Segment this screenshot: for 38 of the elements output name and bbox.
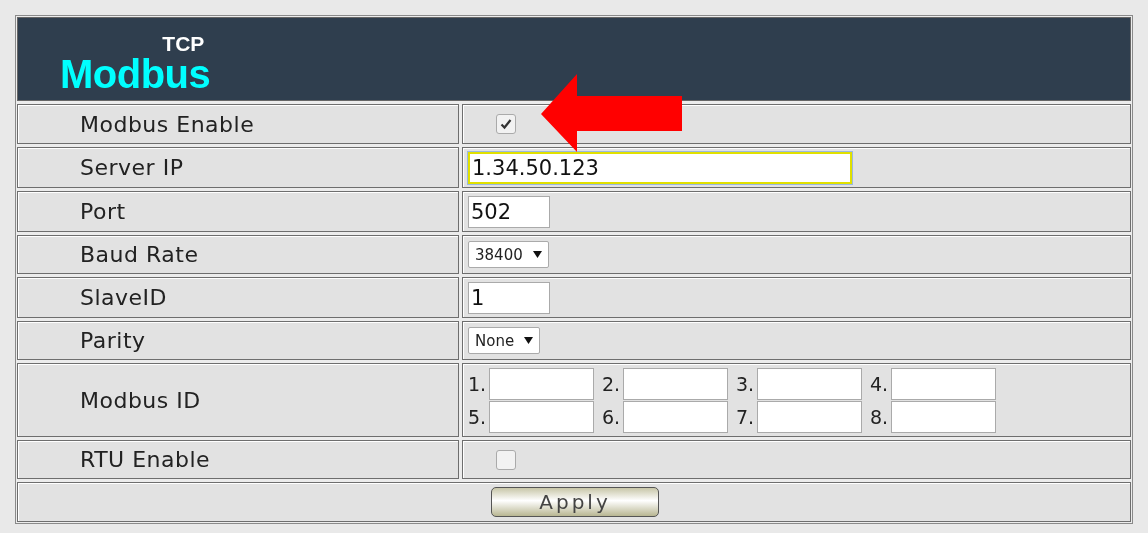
id-input[interactable]	[891, 367, 996, 400]
id-number: 2.	[602, 372, 622, 395]
id-number: 1.	[468, 372, 488, 395]
field-label: Port	[80, 199, 126, 224]
text-input[interactable]: 1	[468, 281, 550, 314]
text-input[interactable]: 1.34.50.123	[468, 151, 852, 184]
field-label: Server IP	[80, 155, 184, 180]
caret-icon	[524, 337, 534, 344]
id-input[interactable]	[623, 400, 728, 433]
id-input[interactable]	[489, 400, 594, 433]
id-number: 3.	[736, 372, 756, 395]
id-input[interactable]	[757, 367, 862, 400]
id-number: 4.	[870, 372, 890, 395]
id-number: 8.	[870, 405, 890, 428]
field-label: Modbus ID	[80, 387, 201, 413]
apply-button[interactable]: Apply	[491, 487, 659, 517]
id-number: 7.	[736, 405, 756, 428]
arrow-icon	[541, 74, 683, 152]
id-input[interactable]	[623, 367, 728, 400]
field-label: Parity	[80, 328, 146, 353]
check-icon	[500, 118, 512, 130]
id-input[interactable]	[757, 400, 862, 433]
checkbox[interactable]	[496, 449, 516, 470]
id-number: 5.	[468, 405, 488, 428]
id-input[interactable]	[891, 400, 996, 433]
logo-subtitle: TCP	[162, 33, 205, 54]
field-label: RTU Enable	[80, 447, 211, 472]
text-input[interactable]: 502	[468, 195, 550, 228]
logo-title: Modbus	[60, 54, 211, 94]
field-label: Baud Rate	[80, 242, 199, 267]
id-number: 6.	[602, 405, 622, 428]
field-label: Modbus Enable	[80, 111, 255, 137]
dropdown[interactable]: 38400	[468, 241, 549, 268]
checkbox[interactable]	[496, 114, 516, 134]
dropdown[interactable]: None	[468, 327, 541, 354]
caret-icon	[532, 251, 542, 258]
id-input[interactable]	[489, 367, 594, 400]
field-label: SlaveID	[80, 285, 168, 310]
